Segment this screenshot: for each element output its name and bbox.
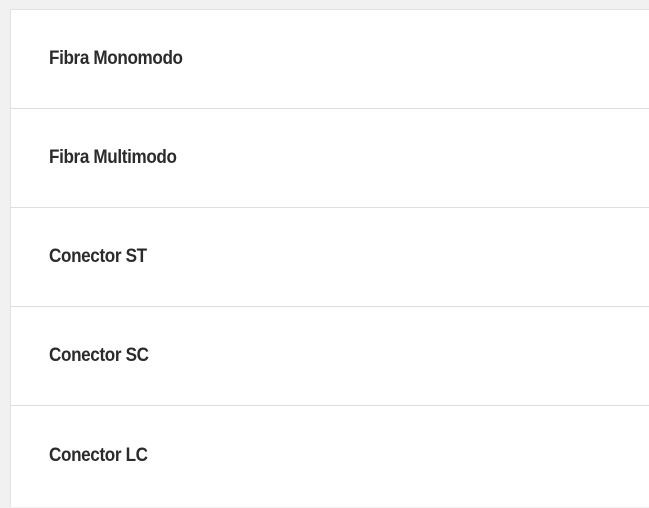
list-item-fibra-multimodo[interactable]: Fibra Multimodo <box>11 109 649 208</box>
list-item-conector-sc[interactable]: Conector SC <box>11 307 649 406</box>
list-item-label: Conector SC <box>49 345 149 366</box>
category-list-panel: Fibra Monomodo Fibra Multimodo Conector … <box>10 9 649 507</box>
list-item-conector-lc[interactable]: Conector LC <box>11 406 649 506</box>
list-item-label: Fibra Monomodo <box>49 48 183 69</box>
list-item-conector-st[interactable]: Conector ST <box>11 208 649 307</box>
list-item-fibra-monomodo[interactable]: Fibra Monomodo <box>11 10 649 109</box>
list-item-label: Fibra Multimodo <box>49 147 177 168</box>
list-item-label: Conector ST <box>49 246 147 267</box>
list-item-label: Conector LC <box>49 445 148 466</box>
